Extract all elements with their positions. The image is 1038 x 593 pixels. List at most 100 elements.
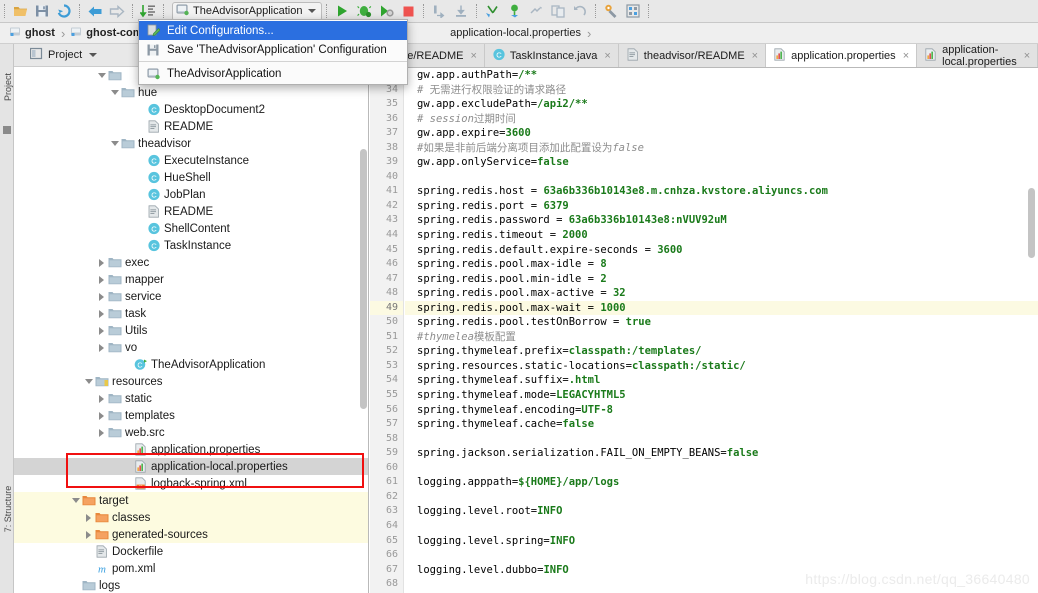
tree-row[interactable]: m pom.xml [14,560,368,577]
editor-gutter[interactable]: 3334353637383940414243444546474849505152… [370,68,404,593]
editor-tab[interactable]: C TaskInstance.java × [485,44,619,67]
tree-toggle-down-icon[interactable] [70,495,81,506]
breadcrumb-item-2[interactable]: application-local.properties [450,27,581,39]
code-line[interactable]: spring.thymeleaf.mode=LEGACYHTML5 [405,388,1038,403]
step-into-icon[interactable] [452,2,470,20]
tree-row[interactable]: Dockerfile [14,543,368,560]
tree-row[interactable]: README [14,203,368,220]
tree-row[interactable]: theadvisor [14,135,368,152]
code-line[interactable]: spring.redis.timeout = 2000 [405,228,1038,243]
tree-row[interactable]: C ExecuteInstance [14,152,368,169]
close-icon[interactable]: × [752,50,758,62]
code-line[interactable]: spring.redis.pool.max-wait = 1000 [405,300,1038,316]
code-line[interactable]: #如果是非前后端分离项目添加此配置设为false [405,141,1038,156]
navigate-forward-icon[interactable] [108,2,126,20]
editor-scrollbar[interactable] [1028,188,1035,258]
run-icon[interactable] [333,2,351,20]
close-icon[interactable]: × [1024,50,1030,62]
save-all-icon[interactable] [33,2,51,20]
tree-row[interactable]: resources [14,373,368,390]
editor-tab[interactable]: application.properties × [766,44,918,67]
code-line[interactable]: spring.redis.default.expire-seconds = 36… [405,243,1038,258]
code-line[interactable]: spring.thymeleaf.encoding=UTF-8 [405,403,1038,418]
close-icon[interactable]: × [903,50,909,62]
settings-wrench-icon[interactable] [602,2,620,20]
code-line[interactable]: spring.redis.host = 63a6b336b10143e8.m.c… [405,184,1038,199]
tree-row[interactable]: mapper [14,271,368,288]
code-line[interactable]: spring.resources.static-locations=classp… [405,359,1038,374]
tree-row[interactable]: C ShellContent [14,220,368,237]
code-line[interactable] [405,490,1038,505]
code-line[interactable]: # 无需进行权限验证的请求路径 [405,83,1038,98]
tree-toggle-down-icon[interactable] [96,70,107,81]
tree-toggle-right-icon[interactable] [96,308,107,319]
tree-row[interactable]: generated-sources [14,526,368,543]
vcs-update-icon[interactable] [483,2,501,20]
code-line[interactable]: logging.level.spring=INFO [405,534,1038,549]
tree-toggle-right-icon[interactable] [96,325,107,336]
code-line[interactable]: gw.app.authPath=/** [405,68,1038,83]
code-line[interactable]: logging.level.root=INFO [405,504,1038,519]
tree-toggle-right-icon[interactable] [96,410,107,421]
code-line[interactable]: gw.app.excludePath=/api2/** [405,97,1038,112]
tree-toggle-down-icon[interactable] [109,138,120,149]
tree-toggle-down-icon[interactable] [109,87,120,98]
close-icon[interactable]: × [604,50,610,62]
tree-toggle-right-icon[interactable] [96,393,107,404]
code-line[interactable] [405,170,1038,185]
code-line[interactable]: spring.redis.password = 63a6b336b10143e8… [405,213,1038,228]
sort-lines-icon[interactable] [139,2,157,20]
code-line[interactable]: spring.redis.pool.max-idle = 8 [405,257,1038,272]
project-scrollbar[interactable] [360,149,367,409]
code-line[interactable]: spring.thymeleaf.suffix=.html [405,373,1038,388]
vcs-compare-icon[interactable] [549,2,567,20]
menu-item[interactable]: Save 'TheAdvisorApplication' Configurati… [139,40,407,59]
tree-row[interactable]: web.src [14,424,368,441]
code-line[interactable] [405,432,1038,447]
tree-row[interactable]: <> logback-spring.xml [14,475,368,492]
step-over-icon[interactable] [430,2,448,20]
code-line[interactable]: logging.apppath=${HOME}/app/logs [405,475,1038,490]
code-line[interactable]: spring.redis.pool.testOnBorrow = true [405,315,1038,330]
tree-toggle-right-icon[interactable] [96,427,107,438]
project-structure-icon[interactable] [624,2,642,20]
tree-row[interactable]: C DesktopDocument2 [14,101,368,118]
tree-row[interactable]: static [14,390,368,407]
tree-toggle-right-icon[interactable] [96,257,107,268]
tree-row[interactable]: C JobPlan [14,186,368,203]
tree-row[interactable]: C HueShell [14,169,368,186]
code-line[interactable]: # session过期时间 [405,112,1038,127]
navigate-back-icon[interactable] [86,2,104,20]
editor-tab[interactable]: theadvisor/README × [619,44,767,67]
code-line[interactable] [405,519,1038,534]
tree-row[interactable]: application-local.properties [14,458,368,475]
run-configuration-selector[interactable]: TheAdvisorApplication [172,1,323,21]
vcs-revert-icon[interactable] [571,2,589,20]
open-folder-icon[interactable] [11,2,29,20]
menu-item[interactable]: Edit Configurations... [139,21,407,40]
code-line[interactable]: spring.jackson.serialization.FAIL_ON_EMP… [405,446,1038,461]
run-with-coverage-icon[interactable] [377,2,395,20]
code-line[interactable]: gw.app.onlyService=false [405,155,1038,170]
code-line[interactable] [405,461,1038,476]
code-line[interactable]: spring.thymeleaf.cache=false [405,417,1038,432]
tree-toggle-right-icon[interactable] [96,291,107,302]
sync-refresh-icon[interactable] [55,2,73,20]
rail-label-structure[interactable]: 7: Structure [3,484,13,534]
code-line[interactable]: spring.thymeleaf.prefix=classpath:/templ… [405,344,1038,359]
rail-label-project[interactable]: Project [3,62,13,112]
tree-toggle-right-icon[interactable] [83,529,94,540]
tree-row[interactable]: hue [14,84,368,101]
tree-row[interactable]: classes [14,509,368,526]
tree-row[interactable]: application.properties [14,441,368,458]
code-line[interactable]: spring.redis.port = 6379 [405,199,1038,214]
code-line[interactable]: spring.redis.pool.min-idle = 2 [405,272,1038,287]
tree-row[interactable]: templates [14,407,368,424]
editor-code-area[interactable]: gw.app.authPath=/** # 无需进行权限验证的请求路径 gw.app… [405,68,1038,593]
tree-row[interactable]: C TheAdvisorApplication [14,356,368,373]
menu-item[interactable]: TheAdvisorApplication [139,64,407,83]
tree-toggle-right-icon[interactable] [96,274,107,285]
tree-row[interactable]: exec [14,254,368,271]
code-editor[interactable]: 3334353637383940414243444546474849505152… [370,68,1038,593]
code-line[interactable]: spring.redis.pool.max-active = 32 [405,286,1038,301]
